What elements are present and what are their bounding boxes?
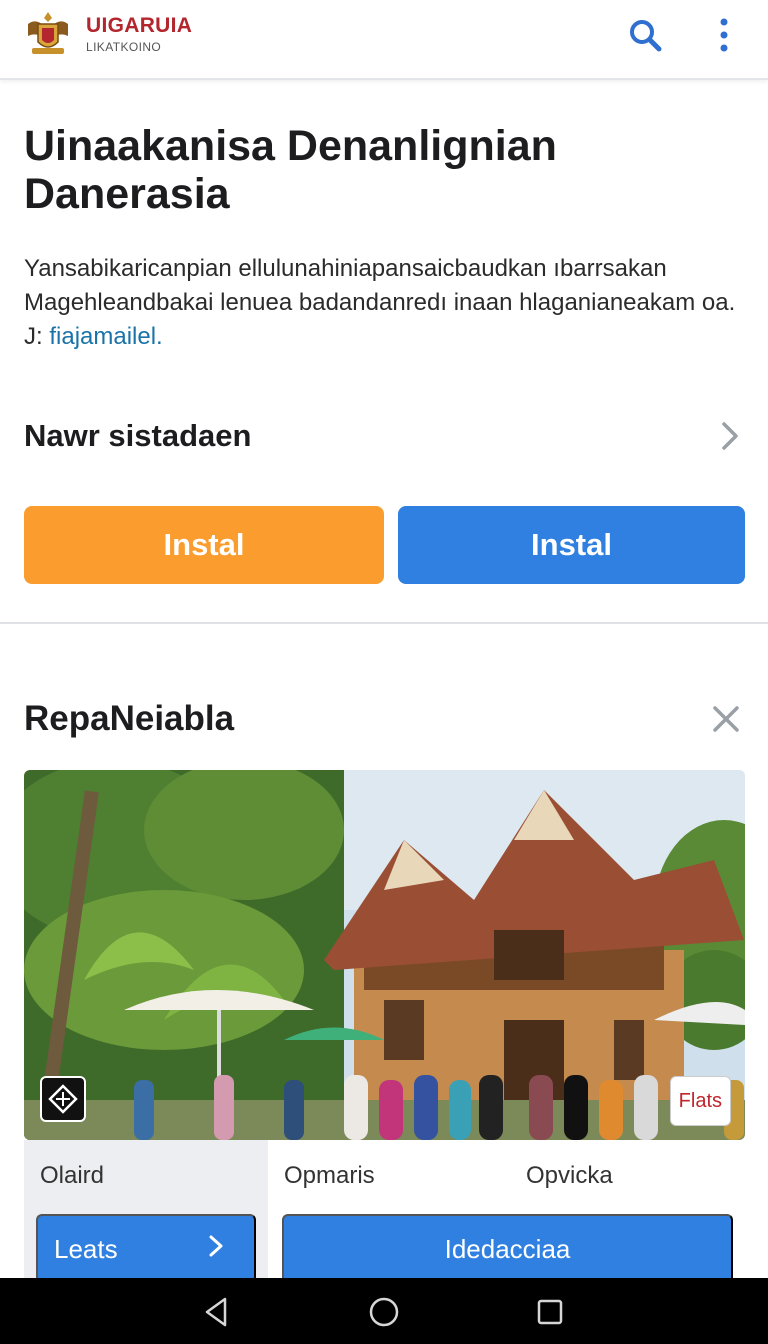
card-left-button-label: Leats (54, 1233, 118, 1264)
app-badge-icon[interactable] (40, 1076, 86, 1122)
install-button-secondary[interactable]: Instal (398, 506, 745, 584)
brand-subtitle: LIKATKOINO (86, 40, 162, 54)
app-header: UIGARUIA LIKATKOINO (0, 0, 768, 80)
card-right-label-2: Opvicka (526, 1162, 613, 1189)
village-photo[interactable]: Flats (24, 770, 745, 1140)
section-header-row[interactable]: Nawr sistadaen (24, 412, 744, 460)
install-button-primary[interactable]: Instal (24, 506, 384, 584)
card-right: Opmaris Opvicka Idedacciaa (268, 1140, 745, 1290)
close-icon[interactable] (708, 701, 744, 737)
section2-title: RepaNeiabla (24, 699, 235, 738)
section2-header-row: RepaNeiabla (24, 694, 744, 744)
search-icon[interactable] (624, 14, 666, 56)
home-circle-icon[interactable] (364, 1292, 404, 1332)
card-right-button[interactable]: Idedacciaa (282, 1214, 733, 1284)
description-link[interactable]: fiajamailel. (49, 323, 162, 350)
photo-tag-badge[interactable]: Flats (669, 1076, 731, 1126)
page-description: Yansabikaricanpian ellulunahiniapansaicb… (24, 252, 744, 354)
section-divider (0, 622, 768, 624)
back-triangle-icon[interactable] (196, 1292, 236, 1332)
card-left-label: Olaird (40, 1162, 105, 1189)
emblem-logo-icon[interactable] (22, 8, 74, 58)
chevron-right-icon (208, 1234, 224, 1265)
brand-name: UIGARUIA (86, 14, 193, 37)
recents-square-icon[interactable] (530, 1292, 570, 1332)
card-left: Olaird Leats (24, 1140, 268, 1290)
card-right-label-1: Opmaris (284, 1162, 375, 1189)
chevron-right-icon[interactable] (716, 418, 744, 454)
page-title: Uinaakanisa Denanlignian Danerasia (24, 122, 557, 218)
section-title: Nawr sistadaen (24, 418, 252, 453)
system-nav-bar (0, 1278, 768, 1344)
card-left-button[interactable]: Leats (36, 1214, 256, 1284)
more-vert-icon[interactable] (706, 14, 742, 56)
